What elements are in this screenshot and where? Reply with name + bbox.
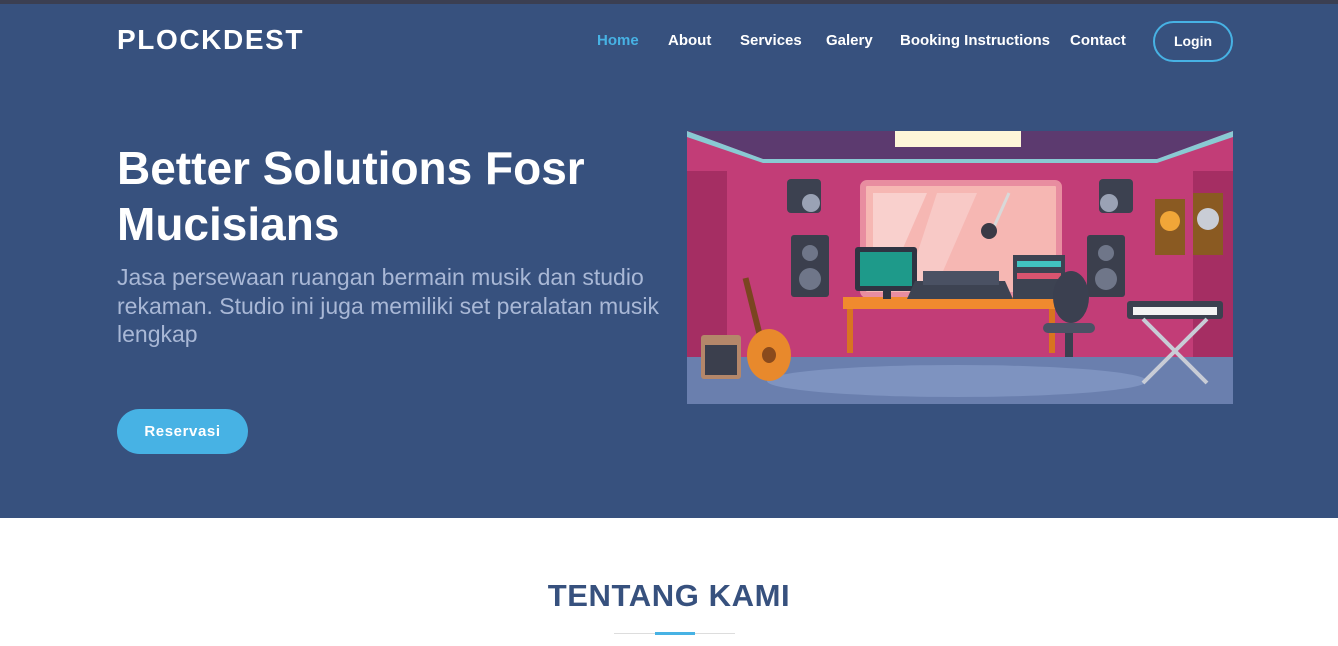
hero-title: Better Solutions Fosr Mucisians: [117, 142, 585, 250]
nav-contact[interactable]: Contact: [1070, 32, 1126, 52]
reservasi-button[interactable]: Reservasi: [117, 409, 248, 454]
recording-studio-illustration: [687, 131, 1233, 404]
nav-about[interactable]: About: [668, 32, 711, 52]
about-section-title: TENTANG KAMI: [547, 578, 791, 613]
nav-booking-instructions[interactable]: Booking Instructions: [900, 32, 1050, 52]
nav-galery[interactable]: Galery: [826, 32, 873, 52]
title-divider-accent: [655, 632, 695, 635]
nav-home[interactable]: Home: [597, 32, 639, 52]
login-button[interactable]: Login: [1153, 21, 1233, 62]
hero-subtitle: Jasa persewaan ruangan bermain musik dan…: [117, 264, 660, 347]
nav-services[interactable]: Services: [740, 32, 802, 52]
brand-logo[interactable]: PLOCKDEST: [117, 24, 304, 56]
